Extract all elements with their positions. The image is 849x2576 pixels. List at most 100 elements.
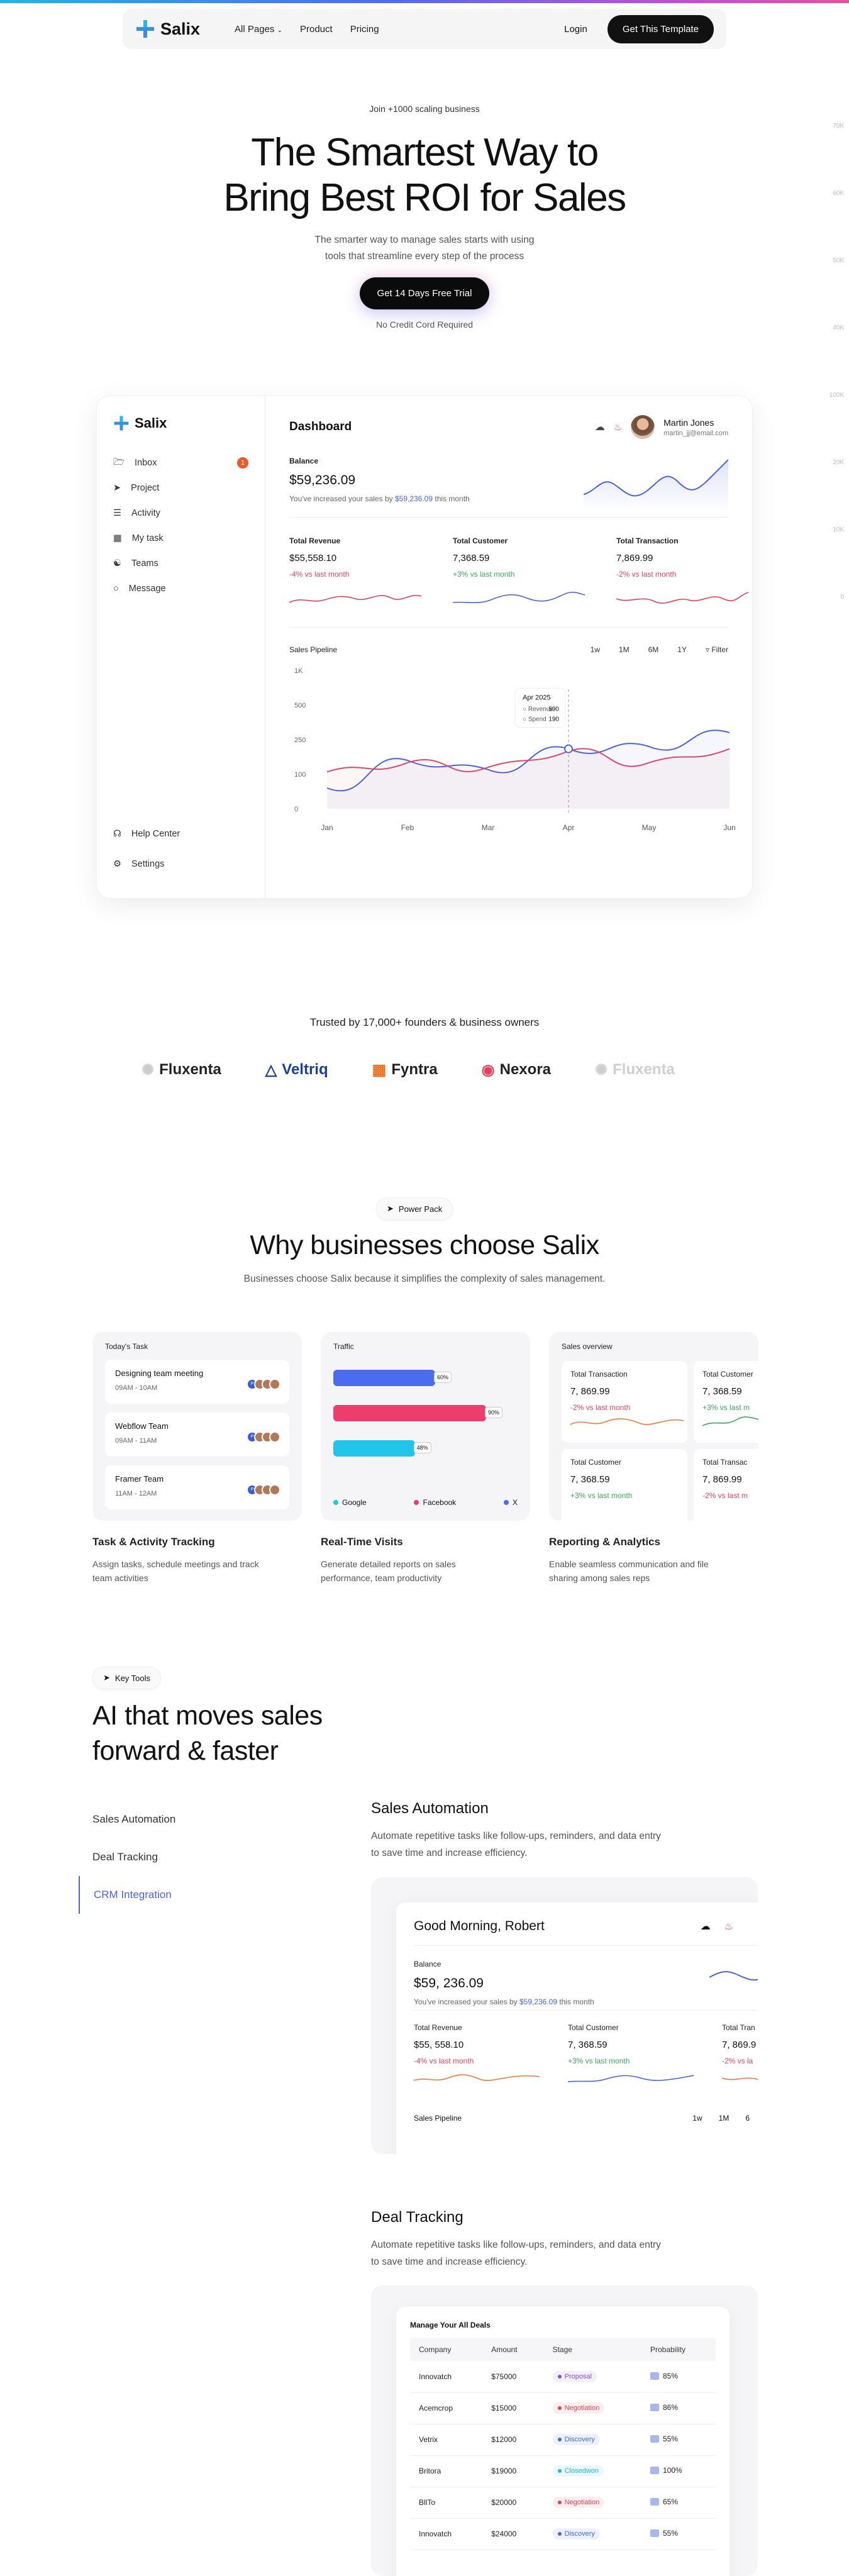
task-item[interactable]: Designing team meeting 09AM - 10AM P (105, 1360, 289, 1404)
deals-column-header[interactable]: Probability (641, 2338, 716, 2361)
tab-deal-tracking[interactable]: Deal Tracking (79, 1838, 267, 1876)
range-1m[interactable]: 1M (619, 645, 630, 654)
tooltip-row-value: 190 (548, 716, 559, 723)
task-item[interactable]: Framer Team 11AM - 12AM P (105, 1465, 289, 1509)
table-row[interactable]: Vetrix $12000 Discovery 55% (410, 2424, 716, 2456)
legend-google: Google (333, 1498, 367, 1507)
nexora-icon: ◉ (481, 1061, 495, 1079)
sales-overview-card: Sales overview Total Transaction 7, 869.9… (549, 1332, 758, 1521)
table-row[interactable]: Britora $19000 Closedwon 100% (410, 2455, 716, 2487)
sales-pipeline-chart: 0 100 250 500 1K Jan Feb Mar Apr May Jun Apr 2025 ○ … (294, 667, 736, 832)
logo-strip: ✺ Fluxenta △ Veltriq ▦ Fyntra ◉ Nexora ✺ Flux… (142, 1054, 720, 1085)
table-cell: $20000 (482, 2487, 544, 2519)
flux-icon: ✺ (142, 1061, 155, 1079)
navbar: Salix All Pages ⌄ Product Pricing Login … (123, 9, 726, 49)
y-tick-label: 500 (294, 702, 306, 709)
deals-column-header[interactable]: Stage (543, 2338, 641, 2361)
x-tick-label: Jan (321, 823, 333, 832)
feature-tabs: Sales Automation Deal Tracking CRM Integ… (79, 1801, 267, 1914)
user-profile[interactable]: ☁ ♨ Martin Jones martin_jj@email.com (595, 415, 728, 439)
sidebar-item-my-task[interactable]: ▦ My task (113, 526, 248, 551)
sidebar-item-settings[interactable]: ⚙ Settings (113, 849, 180, 879)
overview-stat: Total Transaction 7, 869.99 -2% vs last mo… (562, 1361, 687, 1443)
inbox-badge: 1 (237, 457, 248, 469)
stage-badge: Negotiation (552, 2402, 605, 2414)
trusted-text: Trusted by 17,000+ founders & business o… (309, 1016, 540, 1028)
assignee-avatars: P (247, 1379, 280, 1390)
caption-reporting: Reporting & Analytics Enable seamless com… (549, 1536, 709, 1583)
cloud-icon[interactable]: ☁ (701, 1920, 711, 1933)
sidebar-item-help-center[interactable]: ☊ Help Center (113, 819, 180, 849)
logo-nexora: ◉ Nexora (481, 1061, 551, 1079)
tab-crm-integration[interactable]: CRM Integration (79, 1876, 267, 1914)
sidebar-item-inbox[interactable]: 🗁 Inbox 1 (113, 450, 248, 475)
table-cell: Britora (410, 2455, 483, 2487)
traffic-bar-label: 60% (433, 1372, 452, 1383)
pipeline-title: Sales Pipeline (414, 2114, 462, 2123)
why-subtitle: Businesses choose Salix because it simpl… (243, 1274, 606, 1284)
login-link[interactable]: Login (564, 24, 587, 35)
get-template-button[interactable]: Get This Template (607, 14, 714, 43)
legend-facebook: Facebook (414, 1498, 456, 1507)
range-1w[interactable]: 1w (692, 2114, 702, 2123)
filter-button[interactable]: ▿ Filter (706, 645, 728, 654)
cloud-icon[interactable]: ☁ (595, 421, 605, 433)
table-cell: $19000 (482, 2455, 544, 2487)
tooltip-title: Apr 2025 (523, 694, 551, 702)
brand-logo[interactable]: Salix (135, 19, 200, 39)
power-pack-pill: ➤ Power Pack (376, 1197, 453, 1220)
table-row[interactable]: BllTo $20000 Negotiation 65% (410, 2487, 716, 2519)
free-trial-button[interactable]: Get 14 Days Free Trial (359, 277, 490, 309)
traffic-bar-facebook: 90% (333, 1405, 502, 1421)
avatar[interactable] (631, 415, 655, 439)
sales-automation-feature: Sales Automation Automate repetitive tas… (371, 1800, 761, 1862)
activity-icon: ☰ (113, 508, 121, 518)
deals-column-header[interactable]: Amount (482, 2338, 544, 2361)
nav-link-pricing[interactable]: Pricing (350, 24, 379, 35)
dashboard-mockup: Salix 🗁 Inbox 1 ➤ Project ☰ Activity ▦ My tas… (96, 396, 753, 899)
tasks-card: Today's Task Designing team meeting 09AM … (92, 1332, 302, 1521)
table-row[interactable]: Innovatch $75000 Proposal 85% (410, 2361, 716, 2393)
logo-fluxenta-faded: ✺ Fluxenta (595, 1061, 675, 1079)
greeting: Good Morning, Robert (414, 1919, 545, 1933)
hero-title: The Smartest Way to Bring Best ROI for Sa… (223, 131, 626, 219)
message-icon: ○ (113, 584, 119, 594)
table-row[interactable]: Innovatch $24000 Discovery 55% (410, 2518, 716, 2550)
range-6m[interactable]: 6 (745, 2114, 750, 2123)
task-item[interactable]: Webflow Team 09AM - 11AM P (105, 1413, 289, 1457)
deals-column-header[interactable]: Company (410, 2338, 483, 2361)
guide-tick: 20K (833, 459, 844, 466)
nav-link-all-pages[interactable]: All Pages ⌄ (235, 24, 282, 35)
traffic-legend: Google Facebook X (333, 1498, 518, 1507)
sidebar-item-activity[interactable]: ☰ Activity (113, 501, 248, 526)
range-1m[interactable]: 1M (719, 2114, 730, 2123)
range-1y[interactable]: 1Y (677, 645, 687, 654)
tab-sales-automation[interactable]: Sales Automation (79, 1801, 267, 1838)
sidebar-item-message[interactable]: ○ Message (113, 576, 248, 601)
deals-text: Automate repetitive tasks like follow-up… (371, 2240, 661, 2267)
stage-badge: Proposal (552, 2370, 597, 2382)
range-1w[interactable]: 1w (591, 645, 600, 654)
sidebar-item-teams[interactable]: ☯ Teams (113, 551, 248, 576)
table-row[interactable]: Acemcrop $15000 Negotiation 86% (410, 2392, 716, 2424)
nav-links: All Pages ⌄ Product Pricing (235, 24, 379, 35)
hero-subtitle: The smarter way to manage sales starts w… (314, 235, 535, 262)
deals-table: Company Amount Stage Probability Innovatch $… (410, 2338, 716, 2550)
traffic-bar-label: 90% (484, 1407, 502, 1418)
range-6m[interactable]: 6M (648, 645, 659, 654)
nav-link-product[interactable]: Product (300, 24, 333, 35)
table-cell: Proposal (543, 2361, 641, 2393)
task-icon: ▦ (113, 533, 122, 543)
table-cell: Innovatch (410, 2518, 483, 2550)
stat-total-revenue: Total Revenue $55, 558.10 -4% vs last mont… (413, 2023, 568, 2091)
logo-fluxenta: ✺ Fluxenta (142, 1061, 221, 1079)
bell-icon[interactable]: ♨ (724, 1920, 733, 1933)
sidebar-item-project[interactable]: ➤ Project (113, 475, 248, 501)
table-cell: 55% (641, 2424, 716, 2456)
traffic-bar-label: 48% (413, 1442, 431, 1453)
table-cell: Closedwon (543, 2455, 641, 2487)
bell-icon[interactable]: ♨ (614, 421, 622, 433)
automation-text: Automate repetitive tasks like follow-up… (371, 1831, 661, 1858)
legend-x: X (503, 1498, 518, 1507)
key-tools-pill: ➤ Key Tools (92, 1667, 162, 1689)
